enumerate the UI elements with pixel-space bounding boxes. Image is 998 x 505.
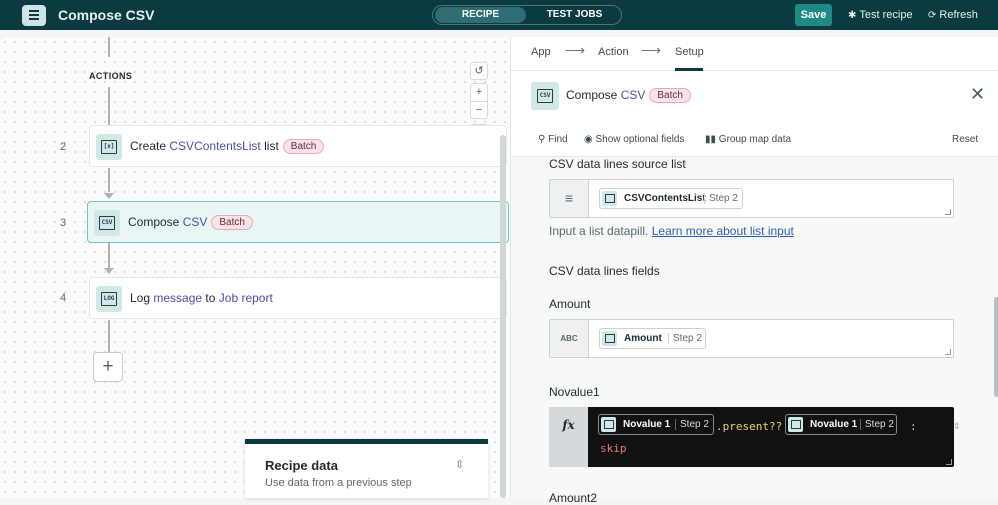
datapill-icon bbox=[602, 331, 617, 346]
reset-zoom-icon: ↺ bbox=[474, 65, 484, 77]
test-icon: ✱ bbox=[848, 10, 857, 21]
breadcrumb: App ⟶ Action ⟶ Setup bbox=[511, 37, 998, 71]
recipe-title: Compose CSV bbox=[58, 7, 155, 23]
zoom-in-button[interactable]: + bbox=[470, 83, 488, 101]
connector-line bbox=[108, 243, 110, 268]
arrow-right-icon: ⟶ bbox=[565, 42, 586, 58]
plus-icon: + bbox=[475, 86, 483, 98]
search-icon: ⚲ bbox=[538, 134, 546, 145]
step-config-panel: App ⟶ Action ⟶ Setup CSV Compose CSV Batc… bbox=[510, 37, 998, 505]
minus-icon: − bbox=[475, 104, 483, 116]
zoom-reset-button[interactable]: ↺ bbox=[470, 62, 488, 80]
connector-line bbox=[108, 37, 110, 57]
expand-icon[interactable]: ⇳ bbox=[953, 421, 961, 432]
learn-more-link[interactable]: Learn more about list input bbox=[652, 224, 794, 238]
csv-icon: CSV bbox=[94, 210, 120, 236]
panel-title: Compose CSV Batch bbox=[566, 88, 691, 103]
test-recipe-button[interactable]: ✱ Test recipe bbox=[848, 9, 913, 21]
datapill-amount[interactable]: Amount Step 2 bbox=[599, 328, 706, 349]
step-number: 2 bbox=[60, 141, 67, 153]
add-step-button[interactable]: + bbox=[93, 352, 123, 382]
datapill-icon bbox=[602, 191, 617, 206]
source-list-label: CSV data lines source list bbox=[549, 157, 686, 171]
arrow-down-icon bbox=[104, 268, 114, 274]
panel-scrollbar[interactable] bbox=[994, 297, 998, 397]
formula-code: .present?? bbox=[716, 420, 783, 433]
connector-line bbox=[108, 320, 110, 352]
recipe-data-panel[interactable]: Recipe data Use data from a previous ste… bbox=[245, 439, 488, 498]
resize-handle[interactable] bbox=[945, 349, 951, 355]
amount2-label: Amount2 bbox=[549, 491, 598, 505]
zoom-out-button[interactable]: − bbox=[470, 101, 488, 119]
csv-icon: CSV bbox=[531, 82, 559, 110]
formula-code: : bbox=[910, 420, 917, 433]
resize-handle[interactable] bbox=[946, 459, 952, 465]
text-type-label: ABC bbox=[550, 320, 589, 357]
datapill-csvcontentslist[interactable]: CSVContentsList Step 2 bbox=[599, 188, 743, 209]
tab-test-jobs[interactable]: TEST JOBS bbox=[529, 7, 620, 23]
datapill-icon bbox=[601, 417, 616, 432]
group-map-data-button[interactable]: ▮▮ Group map data bbox=[705, 134, 791, 145]
step-create-list[interactable]: [x] Create CSVContentsList list Batch bbox=[89, 125, 507, 167]
panel-toolbar: ⚲ Find ◉ Show optional fields ▮▮ Group m… bbox=[511, 122, 998, 157]
panel-header: CSV Compose CSV Batch ✕ bbox=[511, 71, 998, 122]
show-optional-fields-button[interactable]: ◉ Show optional fields bbox=[584, 134, 684, 145]
reset-button[interactable]: Reset bbox=[952, 134, 978, 145]
crumb-setup[interactable]: Setup bbox=[675, 46, 704, 58]
columns-icon: ▮▮ bbox=[705, 134, 717, 145]
save-button[interactable]: Save bbox=[795, 4, 832, 26]
view-tabs: RECIPE TEST JOBS bbox=[432, 5, 622, 25]
top-bar: Compose CSV RECIPE TEST JOBS Save ✱ Test … bbox=[0, 0, 998, 30]
recipe-icon bbox=[22, 5, 46, 26]
setup-form: CSV data lines source list ≡ CSVContents… bbox=[511, 157, 998, 505]
batch-badge: Batch bbox=[649, 88, 691, 103]
arrow-right-icon: ⟶ bbox=[641, 42, 662, 58]
refresh-icon: ⟳ bbox=[928, 10, 937, 21]
crumb-app[interactable]: App bbox=[531, 46, 551, 58]
amount-field[interactable]: ABC Amount Step 2 bbox=[549, 319, 954, 358]
resize-handle[interactable] bbox=[945, 209, 951, 215]
step-compose-csv[interactable]: CSV Compose CSV Batch bbox=[87, 201, 509, 243]
step-number: 4 bbox=[60, 292, 67, 304]
formula-mode-icon[interactable]: fx bbox=[549, 407, 588, 467]
batch-badge: Batch bbox=[282, 139, 325, 154]
arrow-down-icon bbox=[104, 193, 114, 199]
source-list-field[interactable]: ≡ CSVContentsList Step 2 bbox=[549, 179, 954, 218]
source-list-help: Input a list datapill. Learn more about … bbox=[549, 224, 794, 238]
datapill-novalue1[interactable]: Novalue 1 Step 2 bbox=[598, 414, 714, 435]
crumb-action[interactable]: Action bbox=[598, 46, 629, 58]
close-icon[interactable]: ✕ bbox=[970, 84, 985, 105]
formula-code: skip bbox=[600, 442, 627, 455]
step-number: 3 bbox=[60, 217, 67, 229]
novalue1-label: Novalue1 bbox=[549, 385, 600, 399]
list-type-icon: ≡ bbox=[550, 180, 589, 217]
step-label: Create CSVContentsList list Batch bbox=[130, 139, 325, 154]
step-log-message[interactable]: LOG Log message to Job report bbox=[89, 277, 507, 319]
find-button[interactable]: ⚲ Find bbox=[538, 134, 568, 145]
recipe-canvas[interactable] bbox=[0, 37, 510, 498]
connector-line bbox=[108, 168, 110, 192]
amount-label: Amount bbox=[549, 297, 591, 311]
batch-badge: Batch bbox=[211, 215, 253, 230]
datapill-icon bbox=[788, 417, 803, 432]
recipe-data-subtitle: Use data from a previous step bbox=[265, 477, 412, 489]
recipe-data-title: Recipe data bbox=[265, 458, 338, 473]
canvas-scrollbar[interactable] bbox=[500, 135, 506, 498]
refresh-label: Refresh bbox=[939, 9, 978, 21]
create-list-icon: [x] bbox=[96, 134, 122, 160]
log-icon: LOG bbox=[96, 286, 122, 312]
novalue1-formula-field[interactable]: fx Novalue 1 Step 2 .present?? Novalue 1… bbox=[549, 407, 961, 467]
connector-line bbox=[108, 87, 110, 125]
actions-label: ACTIONS bbox=[89, 71, 133, 81]
expand-icon[interactable]: ⇳ bbox=[455, 458, 464, 471]
eye-icon: ◉ bbox=[584, 134, 593, 145]
test-recipe-label: Test recipe bbox=[859, 9, 913, 21]
step-label: Compose CSV Batch bbox=[128, 215, 253, 230]
lines-fields-label: CSV data lines fields bbox=[549, 264, 660, 278]
datapill-novalue1[interactable]: Novalue 1 Step 2 bbox=[785, 414, 897, 435]
refresh-button[interactable]: ⟳ Refresh bbox=[928, 9, 978, 21]
tab-recipe[interactable]: RECIPE bbox=[435, 7, 526, 23]
step-label: Log message to Job report bbox=[130, 291, 273, 305]
